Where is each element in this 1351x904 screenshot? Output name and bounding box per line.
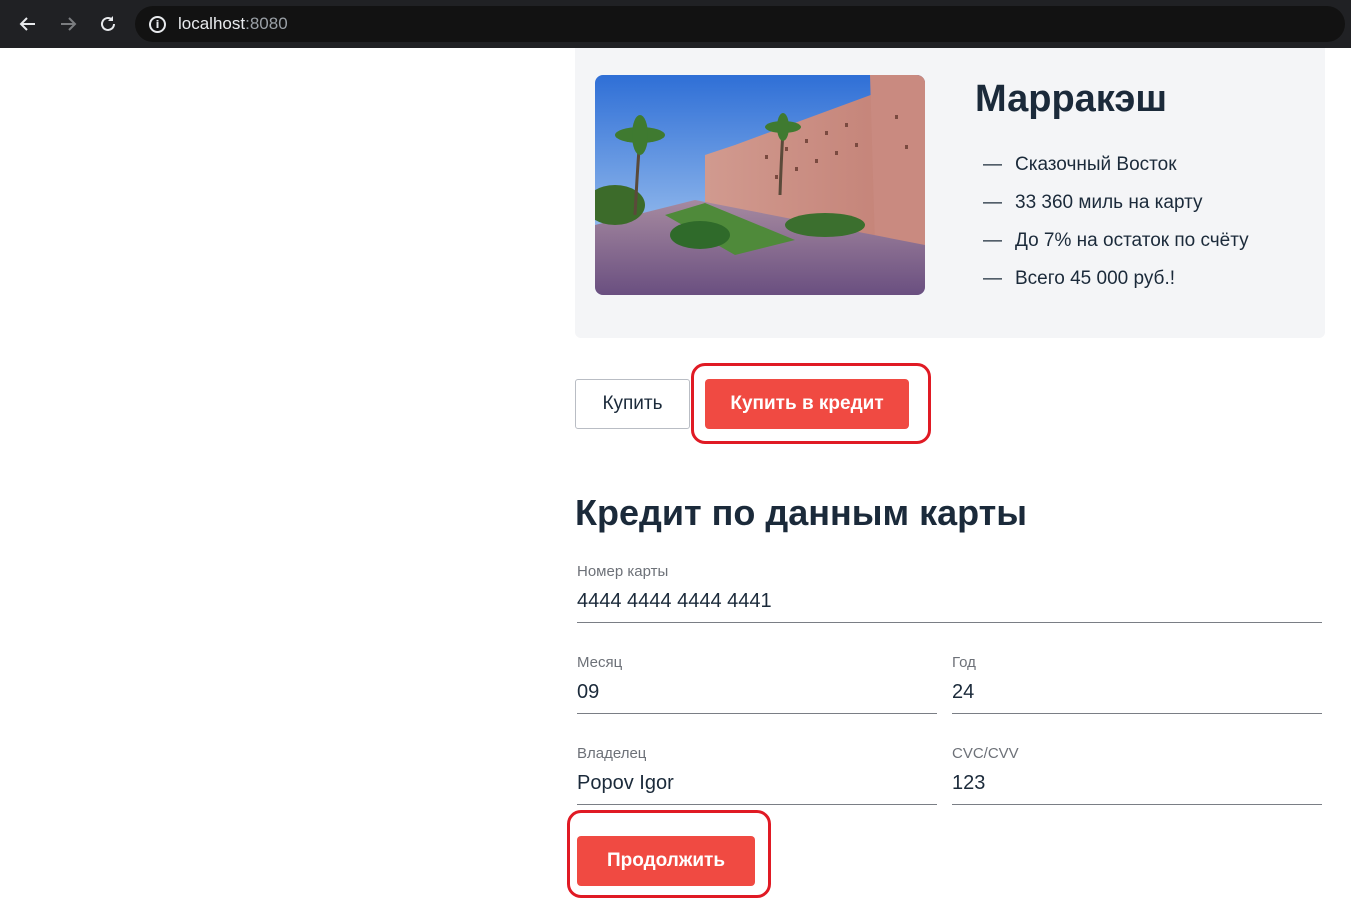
continue-button[interactable]: Продолжить [577, 836, 755, 886]
month-field[interactable]: Месяц [577, 654, 937, 714]
feature-item: — Всего 45 000 руб.! [983, 266, 1249, 304]
address-bar[interactable]: i localhost:8080 [135, 6, 1345, 42]
owner-input[interactable] [577, 768, 937, 798]
url-port: :8080 [245, 14, 288, 33]
dash-icon: — [983, 230, 1002, 251]
dash-icon: — [983, 154, 1002, 175]
feature-item: — До 7% на остаток по счёту [983, 228, 1249, 266]
info-icon[interactable]: i [149, 15, 166, 33]
feature-text: Всего 45 000 руб.! [1015, 268, 1175, 289]
form-title: Кредит по данным карты [575, 492, 1028, 533]
back-arrow-icon[interactable] [12, 8, 44, 40]
forward-arrow-icon[interactable] [52, 8, 84, 40]
card-number-label: Номер карты [577, 563, 669, 580]
year-input[interactable] [952, 677, 1322, 707]
cvc-field[interactable]: CVC/CVV [952, 745, 1322, 805]
buy-button[interactable]: Купить [575, 379, 690, 429]
url-host: localhost [178, 14, 246, 33]
cvc-label: CVC/CVV [952, 745, 1019, 762]
owner-field[interactable]: Владелец [577, 745, 937, 805]
month-label: Месяц [577, 654, 623, 671]
owner-label: Владелец [577, 745, 647, 762]
feature-text: 33 360 миль на карту [1015, 192, 1203, 213]
year-label: Год [952, 654, 976, 671]
cvc-input[interactable] [952, 768, 1322, 798]
dash-icon: — [983, 192, 1002, 213]
url-text: localhost:8080 [178, 14, 288, 34]
reload-icon[interactable] [92, 8, 124, 40]
feature-text: До 7% на остаток по счёту [1015, 230, 1249, 251]
feature-list: — Сказочный Восток —33 360 миль на карту … [983, 152, 1249, 304]
tour-title: Марракэш [975, 78, 1167, 120]
card-number-field[interactable]: Номер карты [577, 563, 1322, 623]
feature-item: — Сказочный Восток [983, 152, 1249, 190]
buy-credit-button[interactable]: Купить в кредит [705, 379, 909, 429]
browser-toolbar: i localhost:8080 [0, 0, 1351, 48]
dash-icon: — [983, 268, 1002, 289]
year-field[interactable]: Год [952, 654, 1322, 714]
month-input[interactable] [577, 677, 937, 707]
feature-text: Сказочный Восток [1015, 154, 1177, 175]
marrakech-photo [595, 75, 925, 295]
tour-card: Марракэш — Сказочный Восток — 33 360 миль … [575, 48, 1325, 338]
card-number-input[interactable] [577, 586, 1322, 616]
feature-item: — 33 360 миль на карту [983, 190, 1249, 228]
